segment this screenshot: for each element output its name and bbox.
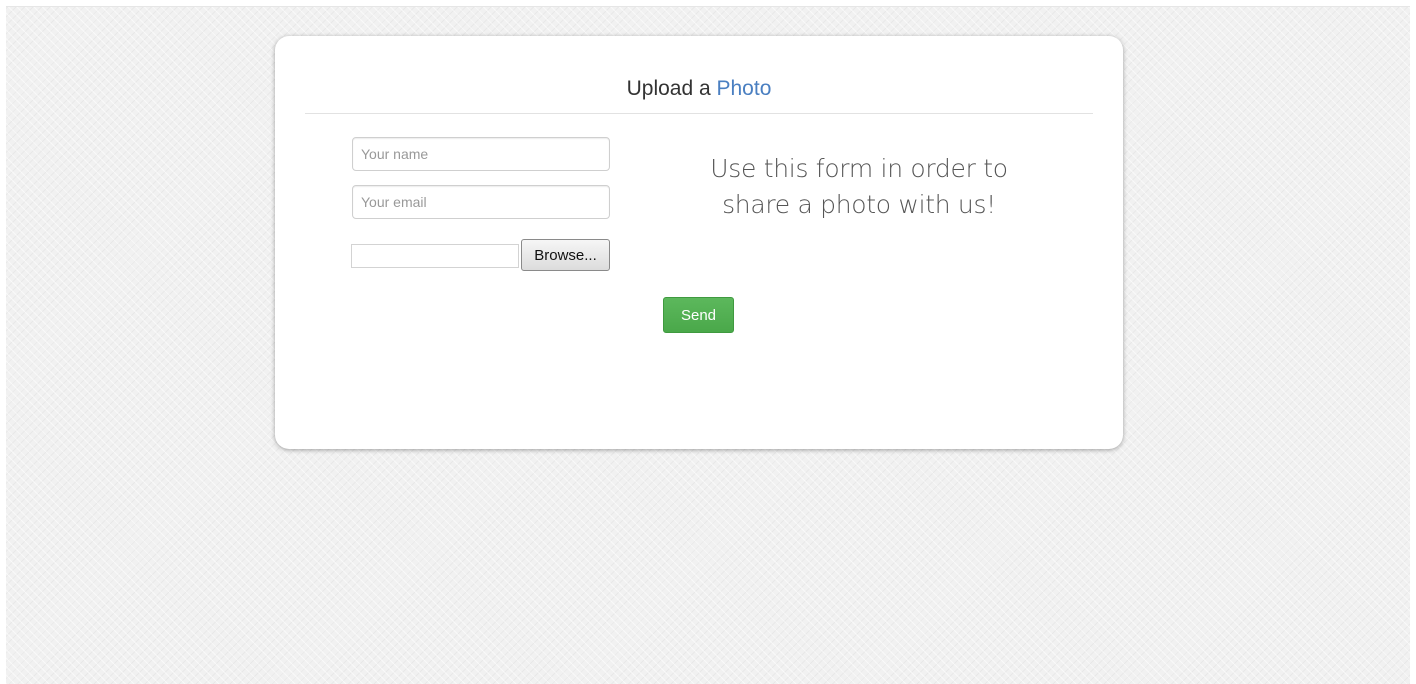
promo-line-1: Use this form in order to	[710, 154, 1008, 183]
upload-card: Upload a Photo Browse... Use this form i…	[275, 36, 1123, 449]
promo-text: Use this form in order to share a photo …	[672, 151, 1046, 223]
title-prefix: Upload a	[626, 77, 711, 100]
browse-button[interactable]: Browse...	[521, 239, 610, 271]
card-title: Upload a Photo	[275, 76, 1123, 102]
file-path-field[interactable]	[351, 244, 519, 268]
page-background: Upload a Photo Browse... Use this form i…	[6, 6, 1410, 684]
promo-line-2: share a photo with us!	[722, 190, 996, 219]
email-input[interactable]	[352, 185, 610, 219]
title-accent: Photo	[716, 77, 772, 100]
name-input[interactable]	[352, 137, 610, 171]
title-divider	[305, 113, 1093, 114]
send-button[interactable]: Send	[663, 297, 734, 333]
